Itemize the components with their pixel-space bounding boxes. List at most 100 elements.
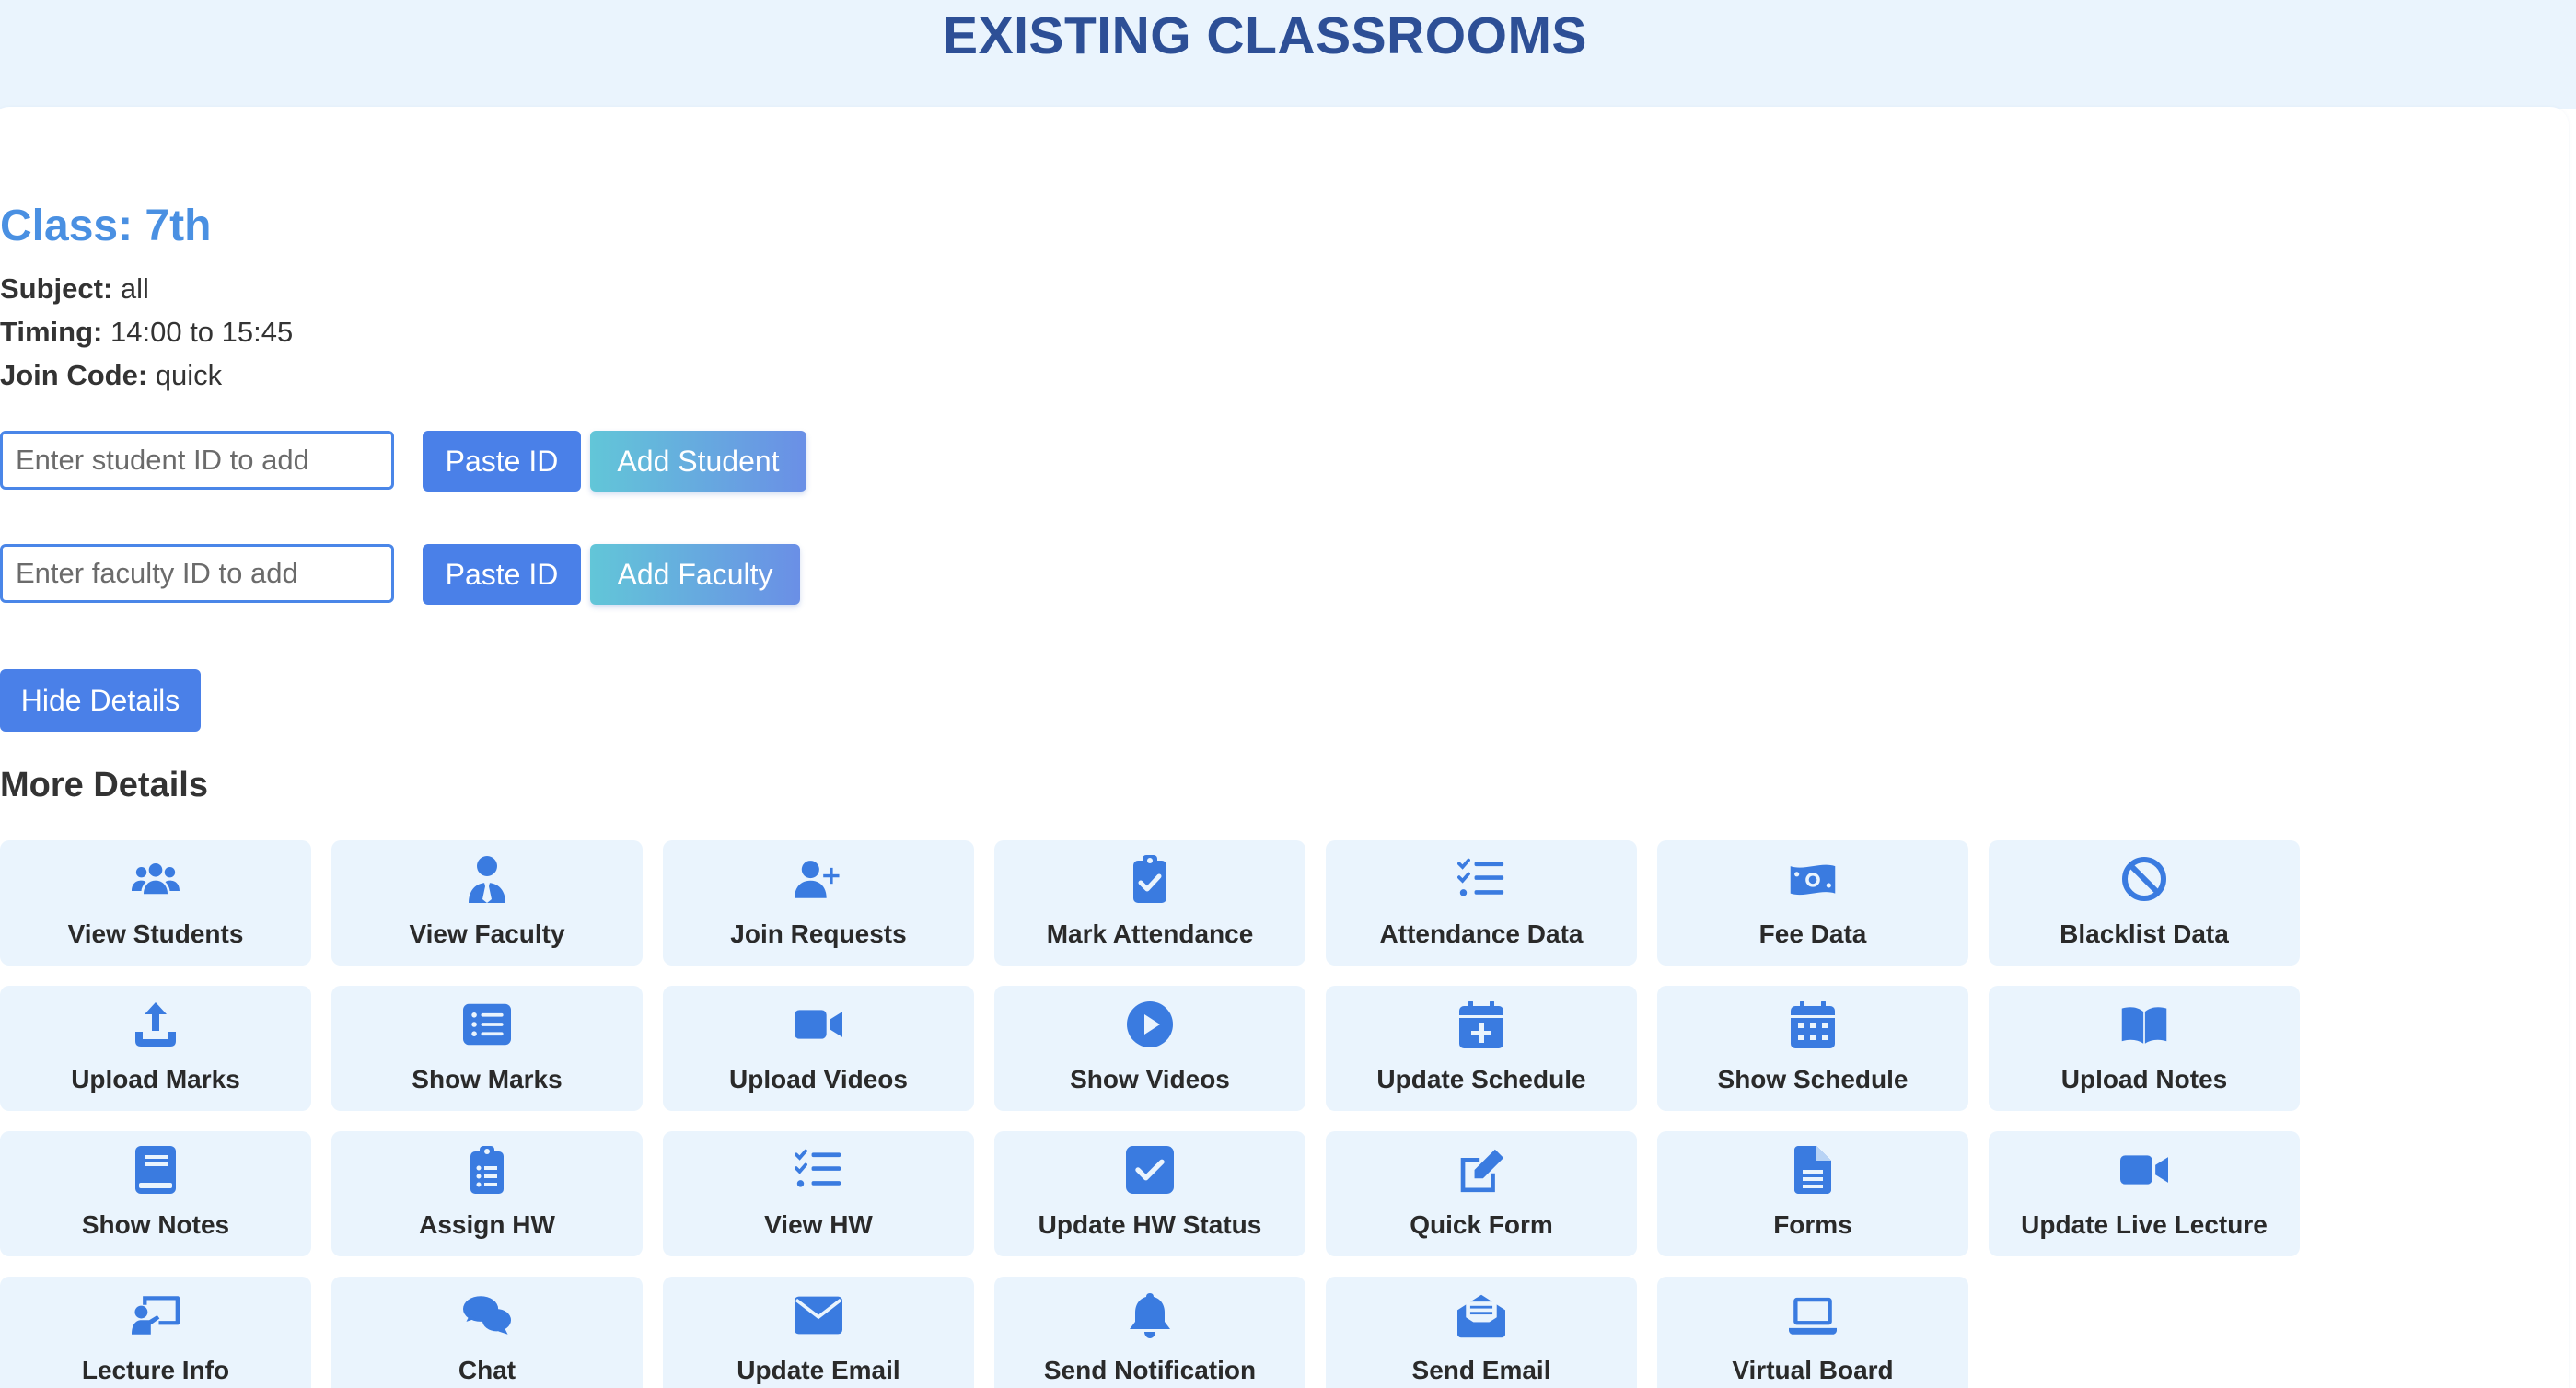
tile-label: Show Notes [81,1210,230,1239]
user-tie-icon [331,855,643,903]
file-alt-icon [1657,1146,1968,1194]
tile-label: Show Marks [412,1065,563,1093]
tile-label: View HW [764,1210,873,1239]
tile-send-notification[interactable]: Send Notification [994,1277,1305,1388]
page: EXISTING CLASSROOMS Class: 7th Subject: … [0,0,2576,1388]
timing-line: Timing: 14:00 to 15:45 [0,316,293,349]
tile-forms[interactable]: Forms [1657,1131,1968,1256]
tile-label: Chat [458,1356,516,1384]
list-check-icon [1326,855,1637,903]
tile-send-email[interactable]: Send Email [1326,1277,1637,1388]
tile-view-hw[interactable]: View HW [663,1131,974,1256]
play-circle-icon [994,1001,1305,1048]
square-check-icon [994,1146,1305,1194]
tile-join-requests[interactable]: Join Requests [663,840,974,966]
tile-label: Virtual Board [1732,1356,1894,1384]
tile-assign-hw[interactable]: Assign HW [331,1131,643,1256]
edit-icon [1326,1146,1637,1194]
add-student-button[interactable]: Add Student [590,431,806,492]
tile-label: Attendance Data [1379,920,1584,948]
tile-label: Show Schedule [1717,1065,1909,1093]
calendar-plus-icon [1326,1001,1637,1048]
list-check-icon [663,1146,974,1194]
tile-label: Join Requests [730,920,907,948]
calendar-icon [1657,1001,1968,1048]
subject-line: Subject: all [0,272,149,306]
paste-student-id-button[interactable]: Paste ID [423,431,581,492]
tile-show-notes[interactable]: Show Notes [0,1131,311,1256]
tile-show-schedule[interactable]: Show Schedule [1657,986,1968,1111]
tile-update-email[interactable]: Update Email [663,1277,974,1388]
list-alt-icon [331,1001,643,1048]
tile-label: Send Notification [1043,1356,1257,1384]
tile-label: Forms [1773,1210,1852,1239]
tile-label: Blacklist Data [2060,920,2229,948]
page-title: EXISTING CLASSROOMS [943,6,1587,65]
subject-label: Subject: [0,272,113,305]
tile-upload-marks[interactable]: Upload Marks [0,986,311,1111]
subject-value: all [120,272,149,305]
add-faculty-button[interactable]: Add Faculty [590,544,800,605]
tile-upload-notes[interactable]: Upload Notes [1989,986,2300,1111]
tile-label: Update Email [737,1356,900,1384]
timing-value: 14:00 to 15:45 [110,316,294,348]
hide-details-button[interactable]: Hide Details [0,669,201,732]
envelope-icon [663,1291,974,1339]
user-plus-icon [663,855,974,903]
tile-label: Send Email [1411,1356,1551,1384]
class-title: Class: 7th [0,202,212,250]
tile-lecture-info[interactable]: Lecture Info [0,1277,311,1388]
tile-label: Update Live Lecture [2021,1210,2268,1239]
tile-quick-form[interactable]: Quick Form [1326,1131,1637,1256]
tile-label: Upload Marks [71,1065,240,1093]
clipboard-list-icon [331,1146,643,1194]
tile-label: Update Schedule [1376,1065,1586,1093]
tile-label: Quick Form [1410,1210,1553,1239]
video-icon [663,1001,974,1048]
chalkboard-teacher-icon [0,1291,311,1339]
tile-update-live-lecture[interactable]: Update Live Lecture [1989,1131,2300,1256]
tile-label: Show Videos [1070,1065,1230,1093]
users-icon [0,855,311,903]
tile-view-students[interactable]: View Students [0,840,311,966]
clipboard-check-icon [994,855,1305,903]
tile-label: View Faculty [409,920,565,948]
more-details-heading: More Details [0,766,208,804]
tile-label: Upload Videos [729,1065,908,1093]
tile-label: Mark Attendance [1046,920,1254,948]
tile-label: Lecture Info [81,1356,230,1384]
tile-mark-attendance[interactable]: Mark Attendance [994,840,1305,966]
tile-attendance-data[interactable]: Attendance Data [1326,840,1637,966]
tile-blacklist-data[interactable]: Blacklist Data [1989,840,2300,966]
video-icon [1989,1146,2300,1194]
tile-chat[interactable]: Chat [331,1277,643,1388]
upload-icon [0,1001,311,1048]
book-icon [0,1146,311,1194]
comments-icon [331,1291,643,1339]
tile-upload-videos[interactable]: Upload Videos [663,986,974,1111]
timing-label: Timing: [0,316,103,348]
tile-label: Update HW Status [1038,1210,1262,1239]
student-id-input[interactable] [0,431,394,490]
tile-show-marks[interactable]: Show Marks [331,986,643,1111]
laptop-icon [1657,1291,1968,1339]
envelope-open-text-icon [1326,1291,1637,1339]
tile-label: Assign HW [419,1210,555,1239]
tile-label: Upload Notes [2060,1065,2228,1093]
tile-label: Fee Data [1758,920,1867,948]
bell-icon [994,1291,1305,1339]
tile-view-faculty[interactable]: View Faculty [331,840,643,966]
faculty-id-input[interactable] [0,544,394,603]
paste-faculty-id-button[interactable]: Paste ID [423,544,581,605]
tile-label: View Students [67,920,244,948]
ban-icon [1989,855,2300,903]
tile-update-schedule[interactable]: Update Schedule [1326,986,1637,1111]
join-code-line: Join Code: quick [0,359,222,392]
tile-fee-data[interactable]: Fee Data [1657,840,1968,966]
tile-virtual-board[interactable]: Virtual Board [1657,1277,1968,1388]
money-bill-icon [1657,855,1968,903]
book-open-icon [1989,1001,2300,1048]
tile-show-videos[interactable]: Show Videos [994,986,1305,1111]
join-code-label: Join Code: [0,359,148,391]
tile-update-hw-status[interactable]: Update HW Status [994,1131,1305,1256]
